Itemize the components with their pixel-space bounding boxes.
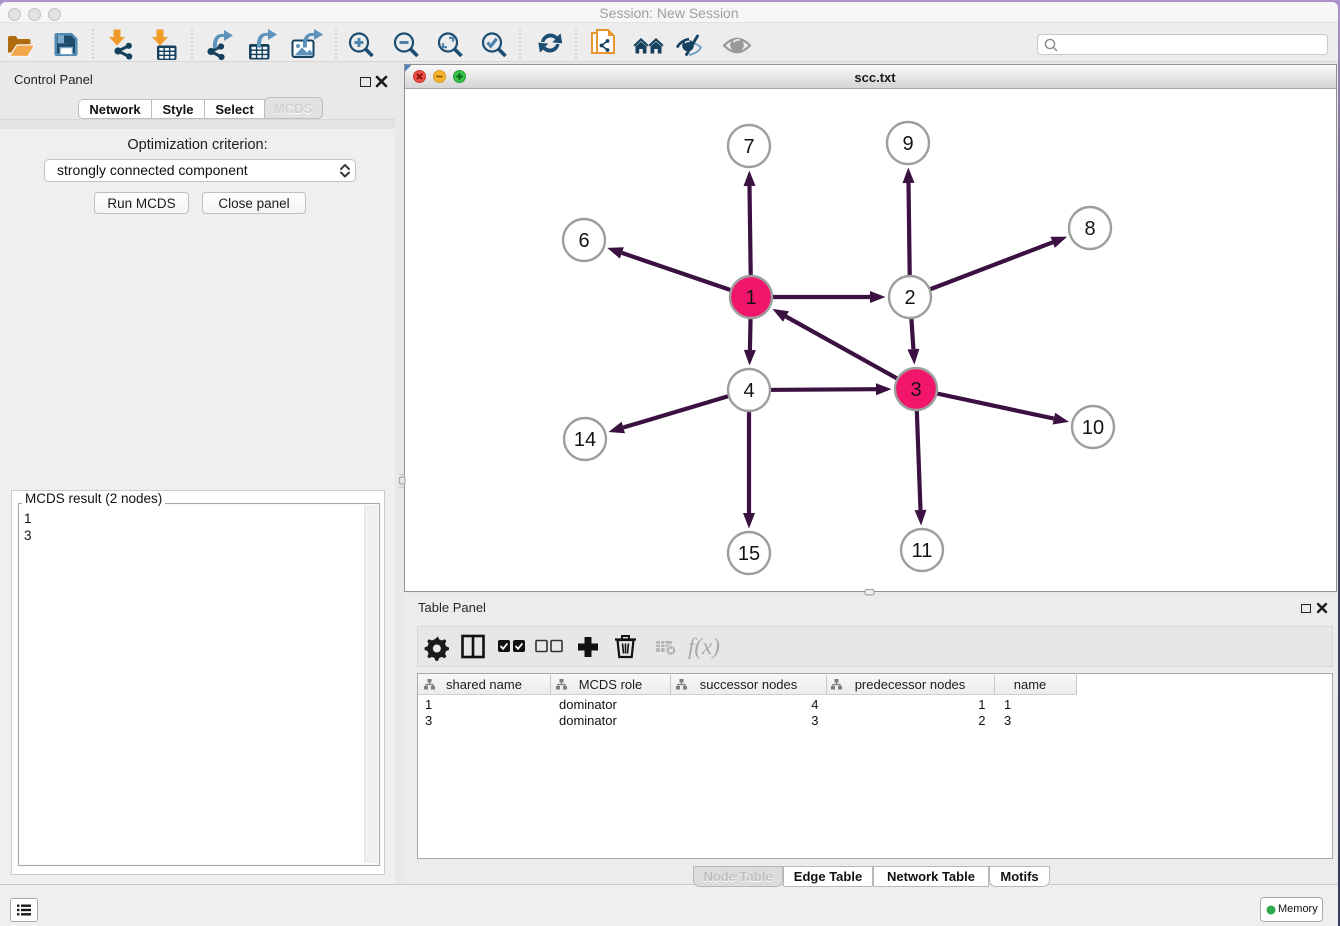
svg-text:2: 2 [978, 713, 985, 728]
svg-text:dominator: dominator [559, 713, 617, 728]
svg-text:15: 15 [738, 543, 760, 565]
svg-text:1: 1 [1004, 697, 1011, 712]
svg-text:shared name: shared name [446, 677, 522, 692]
svg-text:name: name [1014, 677, 1047, 692]
svg-text:9: 9 [902, 133, 913, 155]
svg-text:1: 1 [425, 697, 432, 712]
svg-text:MCDS role: MCDS role [579, 677, 643, 692]
svg-text:6: 6 [578, 230, 589, 252]
svg-text:7: 7 [743, 136, 754, 158]
svg-text:predecessor nodes: predecessor nodes [855, 677, 966, 692]
svg-text:f(x): f(x) [688, 634, 720, 659]
svg-text:8: 8 [1084, 218, 1095, 240]
svg-text:3: 3 [910, 379, 921, 401]
svg-text:successor nodes: successor nodes [700, 677, 798, 692]
svg-text:14: 14 [574, 429, 596, 451]
svg-text:2: 2 [904, 287, 915, 309]
svg-text:3: 3 [425, 713, 432, 728]
svg-text:11: 11 [912, 540, 933, 562]
svg-text:10: 10 [1082, 417, 1104, 439]
svg-text:4: 4 [743, 380, 754, 402]
svg-text:1: 1 [978, 697, 985, 712]
svg-text:dominator: dominator [559, 697, 617, 712]
svg-text:3: 3 [1004, 713, 1011, 728]
svg-text:4: 4 [811, 697, 818, 712]
svg-text:3: 3 [811, 713, 818, 728]
svg-text:1: 1 [745, 287, 756, 309]
